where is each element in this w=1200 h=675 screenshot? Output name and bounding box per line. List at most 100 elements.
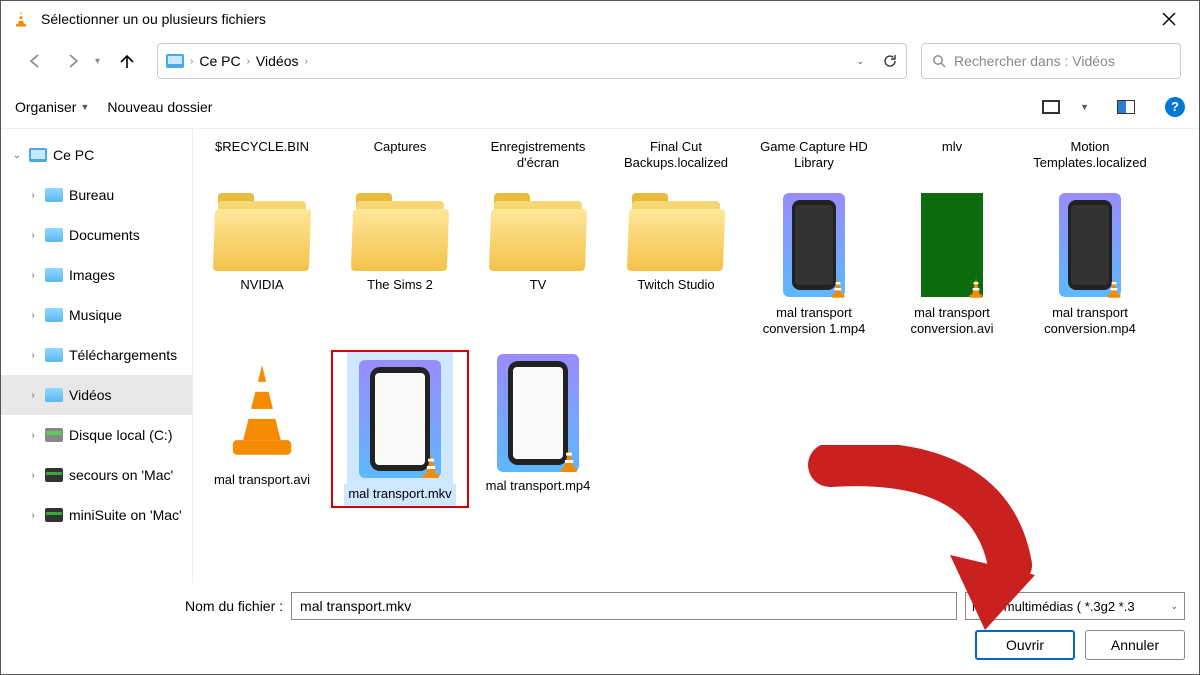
item-label: Captures <box>370 137 431 187</box>
expand-icon[interactable]: › <box>27 310 39 321</box>
video-thumbnail <box>1059 193 1121 297</box>
folder-item[interactable]: NVIDIA <box>193 187 331 344</box>
pc-icon <box>29 148 47 162</box>
close-button[interactable] <box>1149 4 1189 34</box>
sidebar-item-bureau[interactable]: ›Bureau <box>1 175 192 215</box>
back-button[interactable] <box>19 45 51 77</box>
video-thumbnail <box>783 193 845 297</box>
arrow-left-icon <box>26 52 44 70</box>
address-bar[interactable]: › Ce PC › Vidéos › ⌄ <box>157 43 907 79</box>
new-folder-button[interactable]: Nouveau dossier <box>107 99 212 115</box>
filetype-label: hiers multimédias ( *.3g2 *.3 <box>972 599 1135 614</box>
sidebar-item-minisuite[interactable]: ›miniSuite on 'Mac' <box>1 495 192 535</box>
sidebar-item-videos[interactable]: ›Vidéos <box>1 375 192 415</box>
address-dropdown[interactable]: ⌄ <box>856 56 864 67</box>
folder-item[interactable]: Motion Templates.localized <box>1021 137 1159 187</box>
item-label: Motion Templates.localized <box>1025 137 1155 187</box>
pc-icon <box>166 54 184 68</box>
open-button[interactable]: Ouvrir <box>975 630 1075 660</box>
organize-menu[interactable]: Organiser ▼ <box>15 99 89 115</box>
history-dropdown[interactable]: ▾ <box>95 56 105 67</box>
toolbar: Organiser ▼ Nouveau dossier ▼ ? <box>1 85 1199 129</box>
expand-icon[interactable]: › <box>27 350 39 361</box>
cancel-button[interactable]: Annuler <box>1085 630 1185 660</box>
item-label: Game Capture HD Library <box>749 137 879 187</box>
folder-icon <box>45 348 63 362</box>
item-label: mal transport conversion.mp4 <box>1025 303 1155 344</box>
up-button[interactable] <box>111 45 143 77</box>
forward-button[interactable] <box>57 45 89 77</box>
folder-item[interactable]: Final Cut Backups.localized <box>607 137 745 187</box>
expand-icon[interactable]: › <box>27 230 39 241</box>
close-icon <box>1162 12 1176 26</box>
arrow-right-icon <box>64 52 82 70</box>
folder-item[interactable]: Captures <box>331 137 469 187</box>
video-thumbnail <box>359 360 441 478</box>
video-thumbnail <box>207 354 317 466</box>
item-label: mal transport conversion 1.mp4 <box>749 303 879 344</box>
chevron-down-icon: ▼ <box>80 102 89 112</box>
video-file-item[interactable]: mal transport conversion.avi <box>883 187 1021 344</box>
folder-icon <box>45 308 63 322</box>
expand-icon[interactable]: › <box>27 430 39 441</box>
breadcrumb-videos[interactable]: Vidéos <box>256 53 299 69</box>
expand-icon[interactable]: › <box>27 190 39 201</box>
chevron-right-icon: › <box>247 56 250 67</box>
folder-item[interactable]: Twitch Studio <box>607 187 745 344</box>
folder-icon <box>350 193 450 273</box>
preview-pane-button[interactable] <box>1115 96 1137 118</box>
search-icon <box>932 54 946 68</box>
video-file-item-selected[interactable]: mal transport.mkv <box>331 350 469 508</box>
video-file-item[interactable]: mal transport.avi <box>193 350 331 508</box>
folder-item[interactable]: Enregistrements d'écran <box>469 137 607 187</box>
search-placeholder: Rechercher dans : Vidéos <box>954 53 1115 69</box>
video-file-item[interactable]: mal transport conversion 1.mp4 <box>745 187 883 344</box>
chevron-down-icon: ⌄ <box>1170 601 1178 612</box>
expand-icon[interactable]: › <box>27 510 39 521</box>
folder-item[interactable]: $RECYCLE.BIN <box>193 137 331 187</box>
refresh-icon[interactable] <box>882 53 898 69</box>
chevron-right-icon: › <box>304 56 307 67</box>
main-area: ⌄ Ce PC ›Bureau ›Documents › Images ›Musi… <box>1 129 1199 583</box>
item-label: mal transport.mp4 <box>482 476 595 500</box>
file-grid[interactable]: $RECYCLE.BIN Captures Enregistrements d'… <box>193 129 1199 583</box>
folder-icon <box>626 193 726 273</box>
expand-icon[interactable]: › <box>27 390 39 401</box>
sidebar-item-disque-local[interactable]: ›Disque local (C:) <box>1 415 192 455</box>
view-mode-dropdown[interactable]: ▼ <box>1080 102 1089 112</box>
sidebar-item-images[interactable]: › Images <box>1 255 192 295</box>
filetype-combobox[interactable]: hiers multimédias ( *.3g2 *.3 ⌄ <box>965 592 1185 620</box>
expand-icon[interactable]: › <box>27 470 39 481</box>
sidebar-item-telechargements[interactable]: ›Téléchargements <box>1 335 192 375</box>
search-input[interactable]: Rechercher dans : Vidéos <box>921 43 1181 79</box>
vlc-cone-icon <box>825 275 851 301</box>
folder-item[interactable]: Game Capture HD Library <box>745 137 883 187</box>
sidebar-item-label: Images <box>69 267 115 283</box>
sidebar-item-musique[interactable]: ›Musique <box>1 295 192 335</box>
vlc-app-icon <box>11 9 31 29</box>
help-button[interactable]: ? <box>1165 97 1185 117</box>
filename-label: Nom du fichier : <box>185 598 283 614</box>
item-label: Twitch Studio <box>633 275 718 299</box>
folder-icon <box>45 268 63 282</box>
filename-input[interactable] <box>291 592 957 620</box>
sidebar-item-secours[interactable]: ›secours on 'Mac' <box>1 455 192 495</box>
item-label: mal transport.mkv <box>344 484 455 508</box>
video-file-item[interactable]: mal transport.mp4 <box>469 350 607 508</box>
item-label: Final Cut Backups.localized <box>611 137 741 187</box>
chevron-right-icon: › <box>190 56 193 67</box>
folder-item[interactable]: The Sims 2 <box>331 187 469 344</box>
expand-icon[interactable]: › <box>27 270 39 281</box>
item-label: mlv <box>938 137 966 187</box>
sidebar-item-documents[interactable]: ›Documents <box>1 215 192 255</box>
collapse-icon[interactable]: ⌄ <box>11 150 23 161</box>
folder-icon <box>212 193 312 273</box>
folder-item[interactable]: TV <box>469 187 607 344</box>
breadcrumb-ce-pc[interactable]: Ce PC <box>199 53 240 69</box>
arrow-up-icon <box>118 52 136 70</box>
sidebar-root-ce-pc[interactable]: ⌄ Ce PC <box>1 135 192 175</box>
folder-item[interactable]: mlv <box>883 137 1021 187</box>
video-file-item[interactable]: mal transport conversion.mp4 <box>1021 187 1159 344</box>
view-mode-button[interactable] <box>1040 96 1062 118</box>
item-label: mal transport.avi <box>210 470 314 494</box>
